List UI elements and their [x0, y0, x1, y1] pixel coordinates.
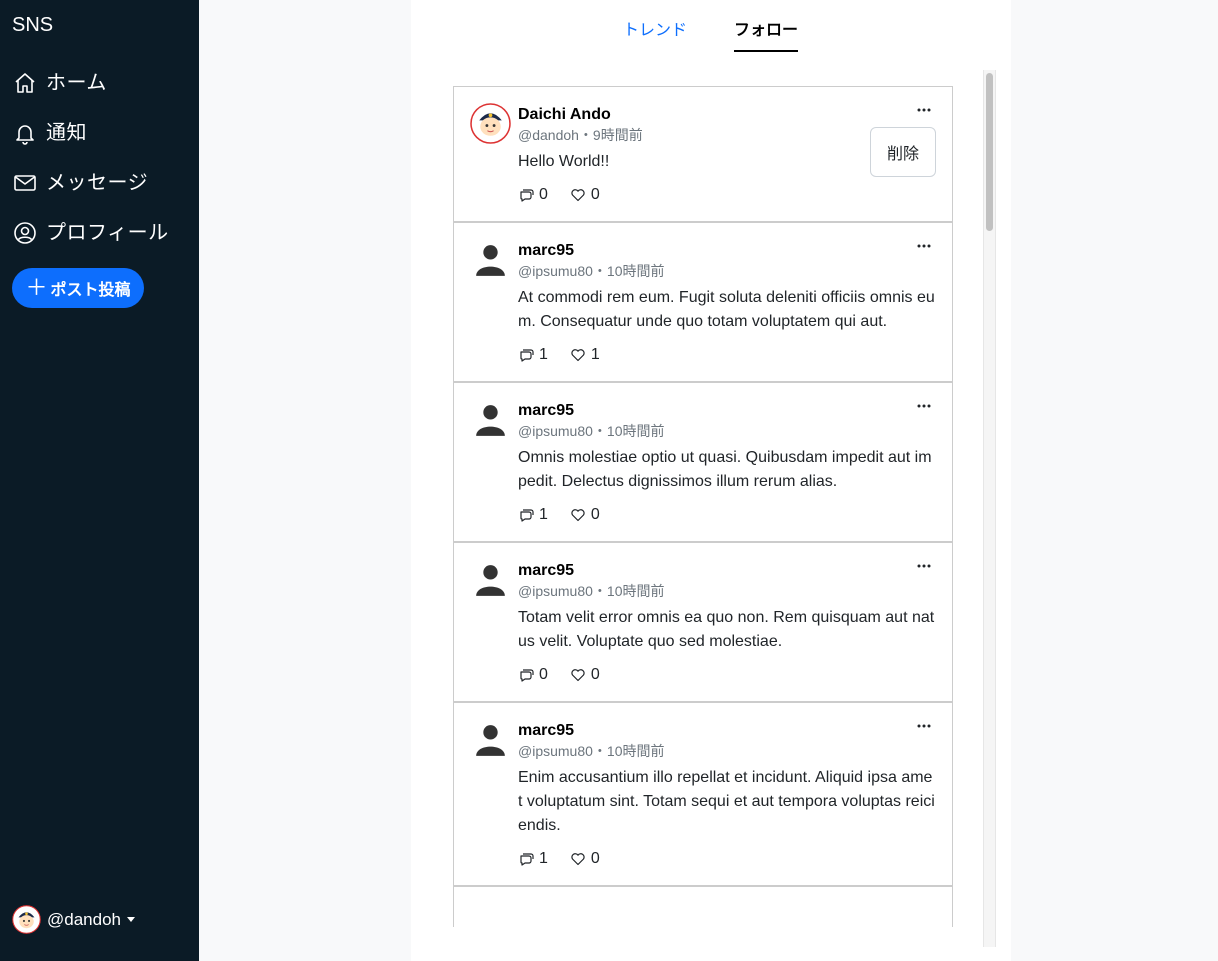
home-icon	[12, 70, 38, 96]
more-options-icon[interactable]	[915, 719, 933, 733]
post-author-name[interactable]: marc95	[518, 720, 936, 741]
account-handle: @dandoh	[47, 909, 121, 929]
default-avatar-icon[interactable]	[470, 559, 511, 600]
like-count: 0	[590, 186, 600, 203]
avatar	[12, 905, 41, 934]
bell-icon	[12, 120, 38, 146]
brand-logo[interactable]: SNS	[12, 13, 53, 37]
default-avatar-icon[interactable]	[470, 399, 511, 440]
reply-icon	[520, 349, 534, 362]
post-actions: 0 0	[518, 665, 936, 685]
caret-down-icon	[127, 917, 135, 922]
feed-scrollbar[interactable]	[983, 70, 996, 947]
delete-post-button[interactable]: 削除	[870, 127, 936, 177]
post-meta: @ipsumu80・10時間前	[518, 583, 665, 599]
scrollbar-thumb[interactable]	[986, 73, 993, 231]
default-avatar-icon[interactable]	[470, 719, 511, 760]
heart-icon	[571, 349, 585, 362]
like-button[interactable]: 0	[570, 850, 600, 868]
reply-icon	[520, 189, 534, 202]
reply-count: 0	[539, 186, 548, 203]
reply-button[interactable]: 1	[518, 850, 548, 868]
account-menu[interactable]: @dandoh	[12, 905, 135, 934]
like-count: 0	[590, 850, 600, 867]
post-item[interactable]: marc95 @ipsumu80・10時間前 Totam velit error…	[454, 543, 952, 703]
like-button[interactable]: 1	[570, 346, 600, 364]
post-item[interactable]: Daichi Ando @dandoh・9時間前 Hello World!! 0…	[454, 87, 952, 223]
sidebar-item-messages[interactable]: メッセージ	[12, 170, 169, 196]
sidebar-item-label: プロフィール	[46, 222, 169, 244]
feed-scroll-area[interactable]: Daichi Ando @dandoh・9時間前 Hello World!! 0…	[453, 86, 953, 961]
post-meta: @ipsumu80・10時間前	[518, 423, 665, 439]
sidebar-item-label: 通知	[46, 122, 87, 144]
reply-count: 1	[539, 346, 548, 363]
heart-icon	[571, 669, 585, 682]
reply-icon	[520, 853, 534, 866]
sidebar-item-notifications[interactable]: 通知	[12, 120, 169, 146]
more-options-icon[interactable]	[915, 239, 933, 253]
post-author-name[interactable]: marc95	[518, 400, 936, 421]
like-count: 0	[590, 666, 600, 683]
post-item[interactable]: marc95 @ipsumu80・10時間前 At commodi rem eu…	[454, 223, 952, 383]
post-author-name[interactable]: Daichi Ando	[518, 104, 936, 125]
post-actions: 1 0	[518, 505, 936, 525]
reply-icon	[520, 669, 534, 682]
post-body: Totam velit error omnis ea quo non. Rem …	[518, 609, 935, 650]
reply-icon	[520, 509, 534, 522]
reply-count: 0	[539, 666, 548, 683]
more-options-icon[interactable]	[915, 103, 933, 117]
post-actions: 1 0	[518, 849, 936, 869]
more-options-icon[interactable]	[915, 399, 933, 413]
default-avatar-icon[interactable]	[470, 239, 511, 280]
heart-icon	[571, 853, 585, 866]
reply-count: 1	[539, 850, 548, 867]
post-author-name[interactable]: marc95	[518, 560, 936, 581]
sidebar-item-home[interactable]: ホーム	[12, 70, 169, 96]
feed-tabs: トレンド フォロー	[411, 0, 1011, 60]
heart-icon	[571, 189, 585, 202]
avatar[interactable]	[470, 103, 511, 144]
more-options-icon[interactable]	[915, 559, 933, 573]
post-actions: 0 0	[518, 185, 936, 205]
reply-count: 1	[539, 506, 548, 523]
sidebar-nav: ホーム 通知 メッセージ プロフィール	[12, 70, 169, 270]
post-body: Enim accusantium illo repellat et incidu…	[518, 769, 935, 834]
post-actions: 1 1	[518, 345, 936, 365]
post-list: Daichi Ando @dandoh・9時間前 Hello World!! 0…	[453, 86, 953, 927]
sidebar: SNS ホーム 通知 メッセージ プロフィール ＋ ポスト投稿 @dandoh	[0, 0, 199, 961]
tab-follow[interactable]: フォロー	[734, 20, 799, 52]
post-meta: @ipsumu80・10時間前	[518, 743, 665, 759]
post-author-name[interactable]: marc95	[518, 240, 936, 261]
tab-trend[interactable]: トレンド	[623, 20, 687, 42]
post-body: At commodi rem eum. Fugit soluta delenit…	[518, 289, 935, 330]
person-circle-icon	[12, 220, 38, 246]
sidebar-item-label: メッセージ	[46, 172, 149, 194]
envelope-icon	[12, 170, 38, 196]
post-item[interactable]	[454, 887, 952, 927]
sidebar-item-profile[interactable]: プロフィール	[12, 220, 169, 246]
post-meta: @ipsumu80・10時間前	[518, 263, 665, 279]
like-button[interactable]: 0	[570, 666, 600, 684]
main-column: トレンド フォロー Daichi Ando @dandoh・9時間前 Hello…	[411, 0, 1011, 961]
reply-button[interactable]: 0	[518, 666, 548, 684]
like-count: 0	[590, 506, 600, 523]
reply-button[interactable]: 1	[518, 346, 548, 364]
new-post-label: ポスト投稿	[50, 282, 131, 299]
sidebar-item-label: ホーム	[46, 72, 107, 94]
reply-button[interactable]: 0	[518, 186, 548, 204]
like-button[interactable]: 0	[570, 506, 600, 524]
post-item[interactable]: marc95 @ipsumu80・10時間前 Omnis molestiae o…	[454, 383, 952, 543]
post-body: Omnis molestiae optio ut quasi. Quibusda…	[518, 449, 932, 490]
post-item[interactable]: marc95 @ipsumu80・10時間前 Enim accusantium …	[454, 703, 952, 887]
plus-icon: ＋	[25, 275, 48, 300]
reply-button[interactable]: 1	[518, 506, 548, 524]
like-button[interactable]: 0	[570, 186, 600, 204]
like-count: 1	[590, 346, 600, 363]
new-post-button[interactable]: ＋ ポスト投稿	[12, 268, 144, 308]
heart-icon	[571, 509, 585, 522]
